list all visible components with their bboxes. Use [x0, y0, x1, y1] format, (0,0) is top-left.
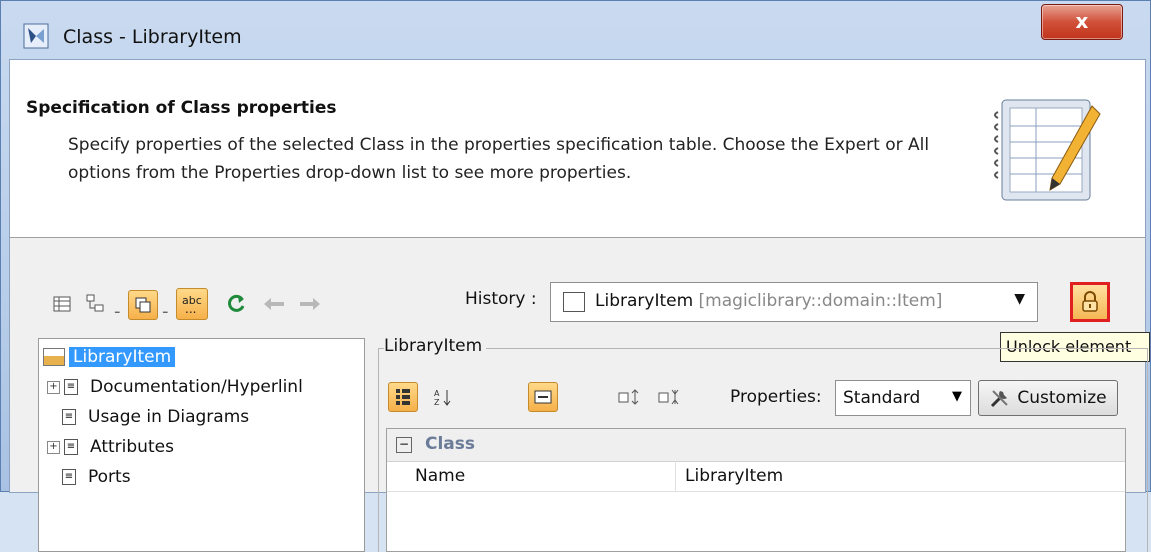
- page-icon: ≡: [62, 469, 76, 485]
- svg-text:...: ...: [185, 302, 196, 316]
- description-toggle-icon[interactable]: [528, 382, 558, 412]
- spell-check-icon[interactable]: abc...: [176, 288, 208, 320]
- refresh-icon[interactable]: [222, 290, 250, 318]
- history-dropdown[interactable]: LibraryItem [magiclibrary::domain::Item]…: [550, 282, 1038, 322]
- categorized-view-icon[interactable]: [388, 382, 418, 412]
- header-description: Specify properties of the selected Class…: [68, 135, 930, 183]
- property-name: Name: [415, 466, 466, 486]
- column-divider: [675, 461, 676, 491]
- app-icon: [23, 23, 49, 49]
- tools-icon: [991, 390, 1009, 408]
- properties-grid[interactable]: − Class Name LibraryItem: [386, 428, 1126, 552]
- inherited-toggle-icon[interactable]: [128, 290, 158, 320]
- tree-item[interactable]: + ≡ Documentation/Hyperlinl: [47, 373, 303, 401]
- properties-label: Properties:: [730, 387, 822, 407]
- category-icon: [43, 348, 65, 366]
- tree-item-label: Attributes: [90, 437, 174, 457]
- sort-alphabetical-icon[interactable]: AZ: [428, 382, 458, 412]
- customize-label: Customize: [1017, 388, 1107, 408]
- expand-all-icon[interactable]: [614, 382, 644, 412]
- tree-item[interactable]: ≡ Usage in Diagrams: [62, 403, 249, 431]
- dropdown-arrow-icon[interactable]: ▼: [1014, 291, 1025, 307]
- group-title: LibraryItem: [384, 336, 487, 356]
- specification-window: Class - LibraryItem x Specification of C…: [0, 0, 1151, 552]
- tree-item-label: LibraryItem: [69, 347, 176, 367]
- tree-item[interactable]: ≡ Ports: [62, 463, 131, 491]
- properties-mode-dropdown[interactable]: Standard ▼: [835, 380, 971, 416]
- page-icon: ≡: [64, 379, 78, 395]
- expand-icon[interactable]: +: [47, 380, 60, 394]
- collapse-all-icon[interactable]: [654, 382, 684, 412]
- element-tree[interactable]: LibraryItem + ≡ Documentation/Hyperlinl …: [38, 338, 365, 552]
- lock-icon: [1082, 291, 1098, 312]
- back-arrow-icon[interactable]: [260, 292, 288, 316]
- customize-button[interactable]: Customize: [978, 380, 1118, 416]
- header-title: Specification of Class properties: [26, 98, 337, 118]
- tree-item-label: Usage in Diagrams: [88, 407, 250, 427]
- toolbar-separator: -: [162, 301, 169, 322]
- category-row[interactable]: − Class: [387, 429, 1125, 462]
- category-label: Class: [425, 434, 476, 454]
- title-bar[interactable]: Class - LibraryItem x: [1, 1, 1150, 59]
- tree-item-label: Ports: [88, 467, 131, 487]
- tree-item[interactable]: LibraryItem: [43, 343, 176, 371]
- dropdown-arrow-icon[interactable]: ▼: [952, 389, 962, 404]
- page-icon: ≡: [64, 439, 78, 455]
- tree-view-icon[interactable]: [82, 290, 108, 316]
- table-row[interactable]: Name LibraryItem: [387, 461, 1125, 492]
- page-icon: ≡: [62, 409, 76, 425]
- window-title: Class - LibraryItem: [63, 26, 242, 48]
- svg-text:Z: Z: [434, 398, 440, 407]
- dialog-header: Specification of Class properties Specif…: [10, 60, 1145, 238]
- specification-icon: [994, 99, 1101, 201]
- history-value: LibraryItem: [595, 291, 694, 311]
- toolbar-separator: -: [114, 301, 121, 322]
- svg-text:A: A: [434, 389, 440, 398]
- class-icon: [563, 292, 585, 312]
- forward-arrow-icon[interactable]: [296, 292, 324, 316]
- properties-mode-value: Standard: [843, 388, 921, 408]
- tree-item-label: Documentation/Hyperlinl: [90, 377, 303, 397]
- dialog-client: Specification of Class properties Specif…: [9, 59, 1150, 552]
- unlock-element-button[interactable]: [1070, 282, 1110, 322]
- table-view-icon[interactable]: [50, 292, 74, 316]
- expand-icon[interactable]: +: [47, 440, 60, 454]
- tree-item[interactable]: + ≡ Attributes: [47, 433, 174, 461]
- history-qualifier: [magiclibrary::domain::Item]: [698, 291, 943, 311]
- history-label: History :: [465, 289, 537, 309]
- collapse-icon[interactable]: −: [396, 437, 412, 453]
- close-button[interactable]: x: [1041, 4, 1123, 40]
- property-value[interactable]: LibraryItem: [685, 466, 783, 486]
